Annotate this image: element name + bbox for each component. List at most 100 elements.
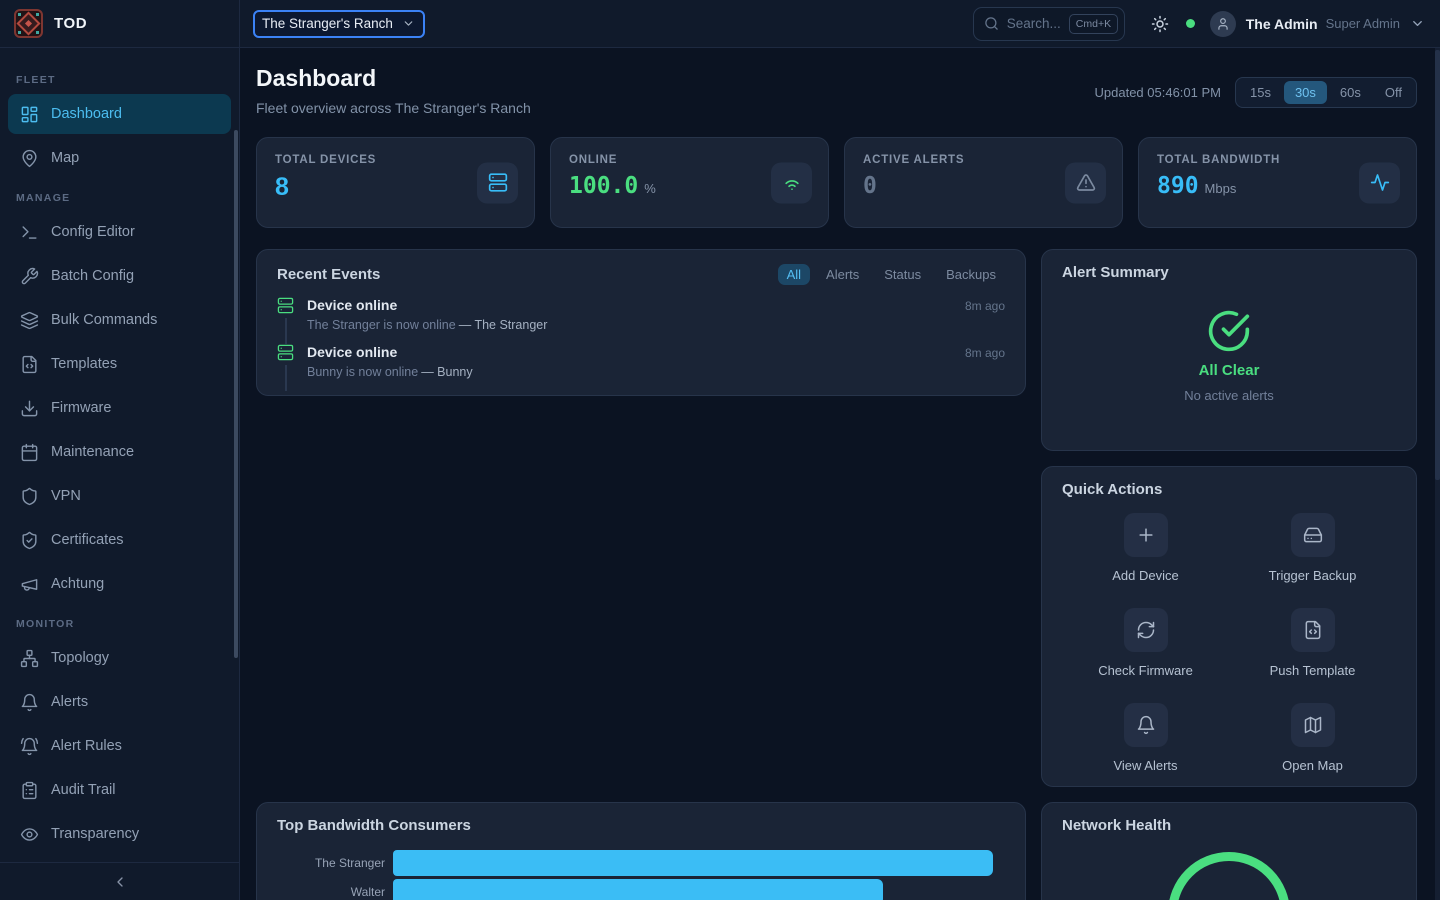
quick-action-check-firmware[interactable]: Check Firmware <box>1062 608 1229 678</box>
server-icon <box>477 162 518 203</box>
events-filter-all[interactable]: All <box>778 264 810 285</box>
updated-timestamp: Updated 05:46:01 PM <box>1095 85 1221 100</box>
bandwidth-bar <box>393 879 883 900</box>
main-content: Dashboard Fleet overview across The Stra… <box>240 48 1440 900</box>
event-device: — The Stranger <box>459 318 548 332</box>
stat-value: 8 <box>275 173 289 202</box>
quick-action-open-map[interactable]: Open Map <box>1229 703 1396 773</box>
sidebar-item-transparency[interactable]: Transparency <box>8 814 231 854</box>
quick-action-trigger-backup[interactable]: Trigger Backup <box>1229 513 1396 583</box>
quick-action-label: Trigger Backup <box>1269 568 1357 583</box>
sidebar-item-bulk-commands[interactable]: Bulk Commands <box>8 300 231 340</box>
sidebar-item-topology[interactable]: Topology <box>8 638 231 678</box>
sidebar-item-config-editor[interactable]: Config Editor <box>8 212 231 252</box>
recent-events-filters: All Alerts Status Backups <box>778 264 1005 285</box>
sidebar-item-vpn[interactable]: VPN <box>8 476 231 516</box>
events-filter-status[interactable]: Status <box>875 264 930 285</box>
download-icon <box>20 399 39 418</box>
sidebar-item-label: Bulk Commands <box>51 312 157 328</box>
bandwidth-bar <box>393 850 993 876</box>
quick-action-push-template[interactable]: Push Template <box>1229 608 1396 678</box>
sidebar-item-audit-trail[interactable]: Audit Trail <box>8 770 231 810</box>
network-health-title: Network Health <box>1062 817 1171 834</box>
top-bandwidth-title: Top Bandwidth Consumers <box>277 817 471 834</box>
sidebar-item-label: Certificates <box>51 532 124 548</box>
plus-icon <box>1124 513 1168 557</box>
sidebar-scrollbar-thumb[interactable] <box>234 130 238 658</box>
alert-summary-panel: Alert Summary All Clear No active alerts <box>1041 249 1417 451</box>
alert-triangle-icon <box>1065 162 1106 203</box>
stat-value: 100.0 <box>569 173 638 199</box>
event-row[interactable]: Device online8m agoThe Stranger is now o… <box>277 297 1005 332</box>
check-circle-icon <box>1207 309 1251 353</box>
stat-value: 0 <box>863 173 877 199</box>
map-pin-icon <box>20 149 39 168</box>
sidebar-item-dashboard[interactable]: Dashboard <box>8 94 231 134</box>
status-dot <box>1186 19 1195 28</box>
refresh-option-15s[interactable]: 15s <box>1239 81 1282 104</box>
nav-section-fleet: FLEET <box>16 74 223 86</box>
sidebar-item-label: Alerts <box>51 694 88 710</box>
quick-action-view-alerts[interactable]: View Alerts <box>1062 703 1229 773</box>
refresh-option-60s[interactable]: 60s <box>1329 81 1372 104</box>
alert-detail: No active alerts <box>1184 388 1274 403</box>
refresh-option-30s[interactable]: 30s <box>1284 81 1327 104</box>
chevron-left-icon <box>112 874 128 890</box>
sidebar-item-label: Topology <box>51 650 109 666</box>
nav-section-manage: MANAGE <box>16 192 223 204</box>
hard-drive-icon <box>1291 513 1335 557</box>
event-row[interactable]: Device online8m agoBunny is now online— … <box>277 344 1005 379</box>
events-filter-alerts[interactable]: Alerts <box>817 264 868 285</box>
search-shortcut-badge: Cmd+K <box>1069 14 1118 34</box>
refresh-cw-icon <box>1124 608 1168 652</box>
event-device: — Bunny <box>421 365 472 379</box>
sidebar-collapse-button[interactable] <box>0 862 239 900</box>
event-description: Bunny is now online— Bunny <box>307 365 1005 379</box>
sidebar-item-batch-config[interactable]: Batch Config <box>8 256 231 296</box>
quick-action-label: Open Map <box>1282 758 1343 773</box>
event-time: 8m ago <box>965 299 1005 313</box>
search-input[interactable]: Search... Cmd+K <box>973 7 1125 41</box>
sidebar-item-alerts[interactable]: Alerts <box>8 682 231 722</box>
logo-row: TOD <box>0 0 239 48</box>
quick-action-add-device[interactable]: Add Device <box>1062 513 1229 583</box>
user-menu-chevron[interactable] <box>1410 16 1425 31</box>
top-bandwidth-panel: Top Bandwidth Consumers The StrangerWalt… <box>256 802 1026 900</box>
calendar-icon <box>20 443 39 462</box>
sidebar-item-label: Transparency <box>51 826 139 842</box>
sidebar-item-label: Map <box>51 150 79 166</box>
quick-actions-panel: Quick Actions Add DeviceTrigger BackupCh… <box>1041 466 1417 787</box>
sidebar-item-label: Achtung <box>51 576 104 592</box>
sidebar-item-alert-rules[interactable]: Alert Rules <box>8 726 231 766</box>
quick-action-label: View Alerts <box>1113 758 1177 773</box>
sidebar-item-label: Batch Config <box>51 268 134 284</box>
events-filter-backups[interactable]: Backups <box>937 264 1005 285</box>
page-subtitle: Fleet overview across The Stranger's Ran… <box>256 100 531 116</box>
sidebar-item-achtung[interactable]: Achtung <box>8 564 231 604</box>
sidebar-item-label: Alert Rules <box>51 738 122 754</box>
recent-events-panel: Recent Events All Alerts Status Backups Dev… <box>256 249 1026 396</box>
sidebar-item-label: Dashboard <box>51 106 122 122</box>
stat-card-online: ONLINE100.0% <box>550 137 829 228</box>
avatar[interactable] <box>1210 11 1236 37</box>
shield-check-icon <box>20 531 39 550</box>
sidebar-item-maintenance[interactable]: Maintenance <box>8 432 231 472</box>
network-health-panel: Network Health 100 <box>1041 802 1417 900</box>
app-logo-icon <box>14 9 43 38</box>
sidebar-item-firmware[interactable]: Firmware <box>8 388 231 428</box>
bell-ring-icon <box>20 737 39 756</box>
stat-unit: Mbps <box>1205 181 1237 196</box>
bandwidth-device-label: The Stranger <box>277 856 385 870</box>
theme-toggle-button[interactable] <box>1151 15 1169 33</box>
refresh-option-off[interactable]: Off <box>1374 81 1413 104</box>
sidebar-item-label: Firmware <box>51 400 111 416</box>
page-scrollbar[interactable] <box>1435 48 1440 900</box>
refresh-interval-control: 15s30s60sOff <box>1235 77 1417 108</box>
sidebar-item-label: Templates <box>51 356 117 372</box>
sidebar-item-certificates[interactable]: Certificates <box>8 520 231 560</box>
sidebar-item-label: VPN <box>51 488 81 504</box>
recent-events-title: Recent Events <box>277 266 380 283</box>
site-selector[interactable]: The Stranger's Ranch <box>253 10 425 38</box>
sidebar-item-map[interactable]: Map <box>8 138 231 178</box>
sidebar-item-templates[interactable]: Templates <box>8 344 231 384</box>
